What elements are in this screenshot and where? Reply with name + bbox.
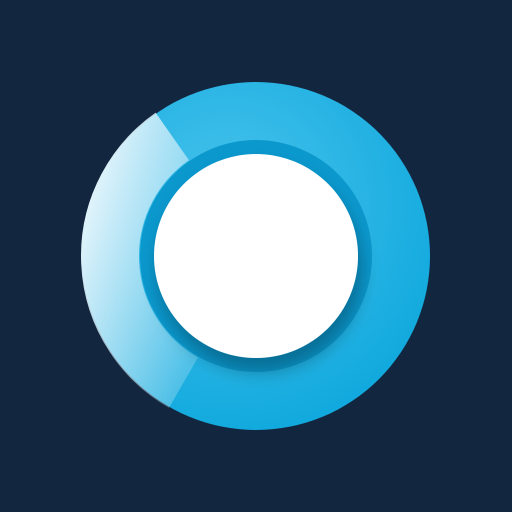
progress-ring-icon — [0, 0, 512, 512]
app-icon — [0, 0, 512, 512]
center-dot — [154, 154, 358, 358]
